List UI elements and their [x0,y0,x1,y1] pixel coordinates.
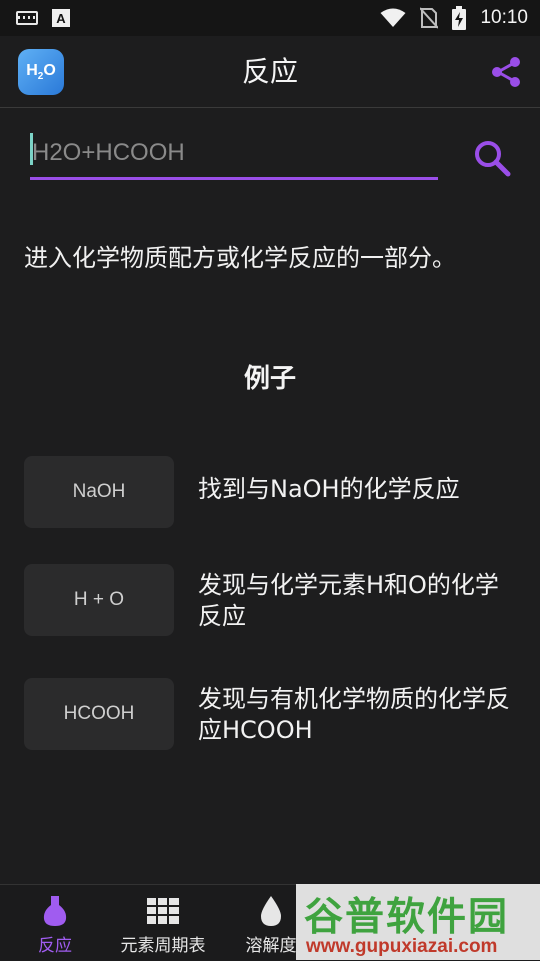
example-row: H + O 发现与化学元素H和O的化学反应 [24,564,524,636]
page-title: 反应 [241,55,298,88]
examples-title: 例子 [243,364,296,394]
a-notification-icon: A [52,9,70,27]
share-icon [492,57,520,87]
no-sim-icon [420,7,439,29]
search-field [30,128,438,184]
example-chip-naoh[interactable]: NaOH [24,456,174,528]
nav-tab-reaction[interactable]: 反应 [0,885,110,961]
example-description: 找到与NaOH的化学反应 [198,475,460,503]
example-chip-h-o[interactable]: H + O [24,564,174,636]
share-button[interactable] [488,56,524,88]
text-caret [30,133,33,165]
example-row: NaOH 找到与NaOH的化学反应 [24,456,524,528]
bottom-nav: 反应 元素周期表 溶解度 [0,884,540,960]
status-time: 10:10 [480,7,528,28]
example-description: 发现与化学元素H和O的化学反应 [198,571,499,630]
app-logo: H2O [18,49,64,95]
search-icon [475,141,511,177]
keyboard-icon [16,11,38,25]
nav-label: 元素周期表 [120,936,206,956]
drop-icon [261,896,281,926]
battery-charging-icon [452,6,467,30]
status-bar: A 10:10 [0,0,540,36]
example-chip-hcooh[interactable]: HCOOH [24,678,174,750]
instruction-text: 进入化学物质配方或化学反应的一部分。 [24,244,456,272]
search-button[interactable] [470,136,514,180]
nav-tab-periodic-table[interactable]: 元素周期表 [108,885,218,961]
nav-label: 溶解度 [245,936,297,956]
nav-label: 反应 [38,936,72,956]
search-input[interactable] [30,128,438,180]
nav-tab-solubility[interactable]: 溶解度 [216,885,326,961]
wifi-icon [380,8,406,27]
example-description: 发现与有机化学物质的化学反应HCOOH [198,685,510,744]
flask-icon [43,896,67,926]
app-bar: H2O 反应 [0,36,540,108]
grid-icon [147,898,179,924]
example-row: HCOOH 发现与有机化学物质的化学反应HCOOH [24,678,524,750]
app-logo-text: H2O [26,61,56,83]
